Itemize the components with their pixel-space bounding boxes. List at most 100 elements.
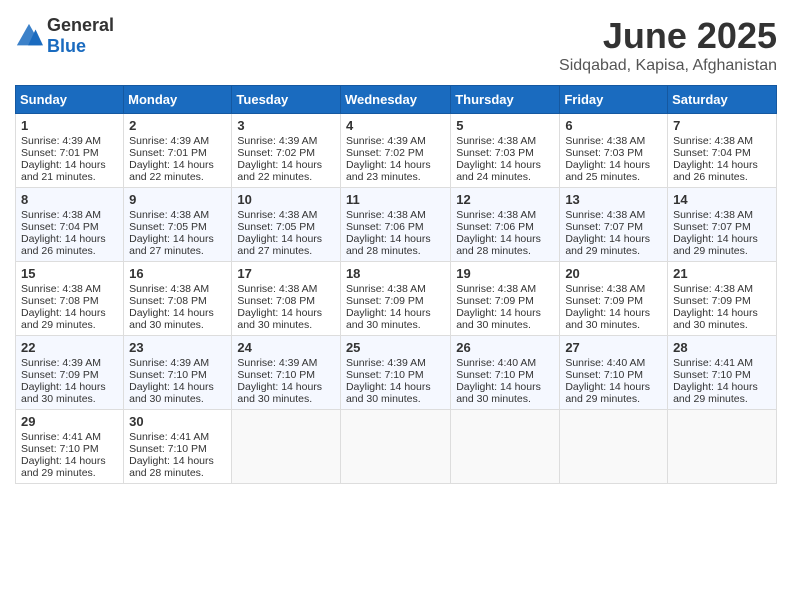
sunrise: Sunrise: 4:39 AM — [129, 135, 209, 147]
sunrise: Sunrise: 4:39 AM — [346, 357, 426, 369]
day-number: 14 — [673, 192, 771, 207]
day-number: 4 — [346, 118, 445, 133]
day-cell-2: 2 Sunrise: 4:39 AM Sunset: 7:01 PM Dayli… — [124, 114, 232, 188]
daylight: Daylight: 14 hours and 27 minutes. — [237, 233, 322, 257]
daylight: Daylight: 14 hours and 30 minutes. — [237, 381, 322, 405]
daylight: Daylight: 14 hours and 29 minutes. — [21, 455, 106, 479]
sunrise: Sunrise: 4:38 AM — [673, 283, 753, 295]
col-tuesday: Tuesday — [232, 86, 341, 114]
day-number: 28 — [673, 340, 771, 355]
location-title: Sidqabad, Kapisa, Afghanistan — [559, 57, 777, 75]
day-number: 8 — [21, 192, 118, 207]
logo-text: General Blue — [47, 15, 114, 57]
daylight: Daylight: 14 hours and 30 minutes. — [456, 381, 541, 405]
sunrise: Sunrise: 4:38 AM — [346, 283, 426, 295]
day-cell-8: 8 Sunrise: 4:38 AM Sunset: 7:04 PM Dayli… — [16, 188, 124, 262]
col-wednesday: Wednesday — [340, 86, 450, 114]
day-cell-11: 11 Sunrise: 4:38 AM Sunset: 7:06 PM Dayl… — [340, 188, 450, 262]
sunrise: Sunrise: 4:38 AM — [673, 209, 753, 221]
daylight: Daylight: 14 hours and 29 minutes. — [673, 381, 758, 405]
sunrise: Sunrise: 4:39 AM — [129, 357, 209, 369]
empty-cell — [560, 410, 668, 484]
sunrise: Sunrise: 4:38 AM — [346, 209, 426, 221]
sunrise: Sunrise: 4:38 AM — [456, 135, 536, 147]
day-cell-3: 3 Sunrise: 4:39 AM Sunset: 7:02 PM Dayli… — [232, 114, 341, 188]
sunset: Sunset: 7:05 PM — [237, 221, 315, 233]
daylight: Daylight: 14 hours and 30 minutes. — [237, 307, 322, 331]
sunrise: Sunrise: 4:38 AM — [129, 283, 209, 295]
sunset: Sunset: 7:10 PM — [129, 443, 207, 455]
day-number: 23 — [129, 340, 226, 355]
daylight: Daylight: 14 hours and 24 minutes. — [456, 159, 541, 183]
daylight: Daylight: 14 hours and 26 minutes. — [673, 159, 758, 183]
day-cell-19: 19 Sunrise: 4:38 AM Sunset: 7:09 PM Dayl… — [451, 262, 560, 336]
col-sunday: Sunday — [16, 86, 124, 114]
day-number: 26 — [456, 340, 554, 355]
daylight: Daylight: 14 hours and 29 minutes. — [565, 233, 650, 257]
day-cell-21: 21 Sunrise: 4:38 AM Sunset: 7:09 PM Dayl… — [668, 262, 777, 336]
daylight: Daylight: 14 hours and 30 minutes. — [346, 307, 431, 331]
daylight: Daylight: 14 hours and 30 minutes. — [129, 307, 214, 331]
sunset: Sunset: 7:01 PM — [129, 147, 207, 159]
sunrise: Sunrise: 4:38 AM — [565, 135, 645, 147]
day-cell-29: 29 Sunrise: 4:41 AM Sunset: 7:10 PM Dayl… — [16, 410, 124, 484]
day-cell-6: 6 Sunrise: 4:38 AM Sunset: 7:03 PM Dayli… — [560, 114, 668, 188]
sunrise: Sunrise: 4:41 AM — [21, 431, 101, 443]
title-section: June 2025 Sidqabad, Kapisa, Afghanistan — [559, 15, 777, 75]
month-title: June 2025 — [559, 15, 777, 57]
daylight: Daylight: 14 hours and 29 minutes. — [565, 381, 650, 405]
day-number: 30 — [129, 414, 226, 429]
sunset: Sunset: 7:09 PM — [673, 295, 751, 307]
week-row-1: 1 Sunrise: 4:39 AM Sunset: 7:01 PM Dayli… — [16, 114, 777, 188]
day-cell-13: 13 Sunrise: 4:38 AM Sunset: 7:07 PM Dayl… — [560, 188, 668, 262]
sunrise: Sunrise: 4:38 AM — [237, 283, 317, 295]
daylight: Daylight: 14 hours and 30 minutes. — [346, 381, 431, 405]
day-cell-9: 9 Sunrise: 4:38 AM Sunset: 7:05 PM Dayli… — [124, 188, 232, 262]
week-row-2: 8 Sunrise: 4:38 AM Sunset: 7:04 PM Dayli… — [16, 188, 777, 262]
daylight: Daylight: 14 hours and 22 minutes. — [129, 159, 214, 183]
day-cell-27: 27 Sunrise: 4:40 AM Sunset: 7:10 PM Dayl… — [560, 336, 668, 410]
col-thursday: Thursday — [451, 86, 560, 114]
daylight: Daylight: 14 hours and 30 minutes. — [673, 307, 758, 331]
daylight: Daylight: 14 hours and 29 minutes. — [673, 233, 758, 257]
day-number: 5 — [456, 118, 554, 133]
daylight: Daylight: 14 hours and 27 minutes. — [129, 233, 214, 257]
sunrise: Sunrise: 4:38 AM — [673, 135, 753, 147]
day-cell-15: 15 Sunrise: 4:38 AM Sunset: 7:08 PM Dayl… — [16, 262, 124, 336]
sunrise: Sunrise: 4:38 AM — [129, 209, 209, 221]
col-monday: Monday — [124, 86, 232, 114]
logo-general: General — [47, 15, 114, 35]
day-number: 22 — [21, 340, 118, 355]
sunset: Sunset: 7:08 PM — [129, 295, 207, 307]
sunset: Sunset: 7:10 PM — [456, 369, 534, 381]
daylight: Daylight: 14 hours and 30 minutes. — [565, 307, 650, 331]
header: General Blue June 2025 Sidqabad, Kapisa,… — [15, 15, 777, 75]
sunset: Sunset: 7:02 PM — [237, 147, 315, 159]
sunset: Sunset: 7:10 PM — [237, 369, 315, 381]
sunrise: Sunrise: 4:38 AM — [456, 283, 536, 295]
sunrise: Sunrise: 4:40 AM — [565, 357, 645, 369]
day-number: 10 — [237, 192, 335, 207]
day-cell-5: 5 Sunrise: 4:38 AM Sunset: 7:03 PM Dayli… — [451, 114, 560, 188]
day-cell-30: 30 Sunrise: 4:41 AM Sunset: 7:10 PM Dayl… — [124, 410, 232, 484]
logo-icon — [15, 22, 43, 50]
sunset: Sunset: 7:03 PM — [565, 147, 643, 159]
day-cell-16: 16 Sunrise: 4:38 AM Sunset: 7:08 PM Dayl… — [124, 262, 232, 336]
day-cell-17: 17 Sunrise: 4:38 AM Sunset: 7:08 PM Dayl… — [232, 262, 341, 336]
sunset: Sunset: 7:10 PM — [673, 369, 751, 381]
sunset: Sunset: 7:03 PM — [456, 147, 534, 159]
day-cell-22: 22 Sunrise: 4:39 AM Sunset: 7:09 PM Dayl… — [16, 336, 124, 410]
sunset: Sunset: 7:06 PM — [456, 221, 534, 233]
day-cell-24: 24 Sunrise: 4:39 AM Sunset: 7:10 PM Dayl… — [232, 336, 341, 410]
day-number: 6 — [565, 118, 662, 133]
sunset: Sunset: 7:01 PM — [21, 147, 99, 159]
sunset: Sunset: 7:09 PM — [565, 295, 643, 307]
daylight: Daylight: 14 hours and 25 minutes. — [565, 159, 650, 183]
sunset: Sunset: 7:10 PM — [21, 443, 99, 455]
empty-cell — [232, 410, 341, 484]
day-number: 11 — [346, 192, 445, 207]
daylight: Daylight: 14 hours and 28 minutes. — [346, 233, 431, 257]
day-cell-7: 7 Sunrise: 4:38 AM Sunset: 7:04 PM Dayli… — [668, 114, 777, 188]
sunset: Sunset: 7:04 PM — [673, 147, 751, 159]
empty-cell — [451, 410, 560, 484]
